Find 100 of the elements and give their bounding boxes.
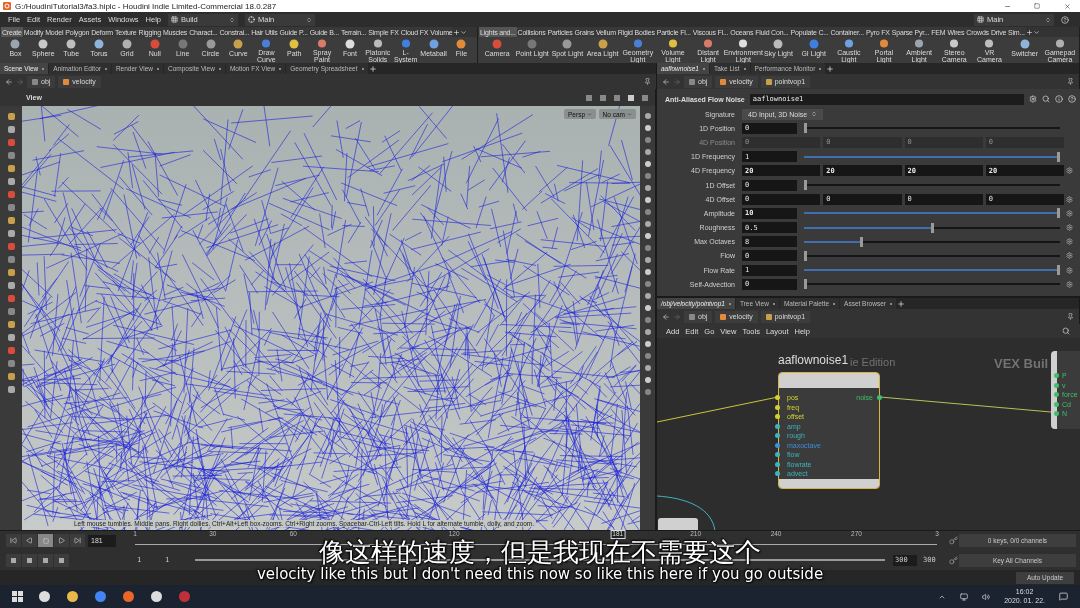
port-dot[interactable]: [775, 414, 780, 420]
pin-icon[interactable]: [1067, 78, 1074, 85]
caret-icon[interactable]: [1032, 28, 1040, 36]
tool-icon: [738, 38, 749, 48]
port-dot[interactable]: [877, 395, 882, 401]
slider[interactable]: [804, 236, 1060, 247]
gear-icon[interactable]: [1065, 195, 1073, 203]
tool-icon: [773, 38, 784, 49]
port-dot[interactable]: [775, 433, 780, 439]
tool-icon: [492, 38, 503, 49]
subtitle: 像这样的速度，但是我现在不需要这个: [319, 539, 761, 565]
slider-thumb[interactable]: [804, 123, 807, 134]
play-icon: [58, 537, 65, 545]
tool-icon: [1054, 38, 1065, 48]
add-tab-icon[interactable]: [368, 64, 377, 73]
slider-thumb[interactable]: [1057, 265, 1060, 276]
play-backward-button[interactable]: [22, 534, 37, 548]
slider-thumb[interactable]: [1057, 151, 1060, 162]
slider-thumb[interactable]: [804, 180, 807, 191]
gear-icon[interactable]: [1029, 95, 1037, 103]
gear-icon[interactable]: [1065, 224, 1073, 232]
port-dot[interactable]: [775, 442, 780, 448]
timeline-tool[interactable]: [6, 553, 21, 567]
caret-icon: [587, 111, 592, 117]
port-dot[interactable]: [1054, 401, 1059, 407]
info-icon[interactable]: [1055, 95, 1063, 103]
updown-icon: [811, 111, 818, 118]
timeline-tool[interactable]: [38, 553, 53, 567]
key-icon[interactable]: [949, 555, 958, 565]
tool-icon: [205, 38, 216, 49]
gear-icon[interactable]: [1065, 280, 1073, 288]
slider[interactable]: [804, 250, 1060, 261]
help-icon[interactable]: [1061, 15, 1069, 24]
gear-icon[interactable]: [1065, 266, 1073, 274]
caret-icon[interactable]: [460, 28, 468, 36]
timeline-tool[interactable]: [54, 553, 69, 567]
windows-logo-icon[interactable]: [12, 591, 23, 602]
port-dot[interactable]: [1054, 392, 1059, 398]
port-dot[interactable]: [1054, 382, 1059, 388]
volume-icon[interactable]: [982, 592, 991, 601]
tool-icon: [177, 38, 188, 49]
slider-thumb[interactable]: [1057, 208, 1060, 219]
slider[interactable]: [804, 180, 1060, 191]
tool-icon: [632, 38, 643, 48]
slider[interactable]: [804, 265, 1060, 276]
grid-icon: [171, 16, 179, 23]
gear-icon[interactable]: [1065, 209, 1073, 217]
pin-icon[interactable]: [1067, 313, 1074, 320]
add-tab-icon[interactable]: [896, 299, 905, 308]
gear-icon[interactable]: [1065, 238, 1073, 246]
port-dot[interactable]: [775, 452, 780, 458]
slider-thumb[interactable]: [859, 236, 863, 247]
play-reverse-icon: [26, 537, 33, 545]
search-icon[interactable]: [1042, 95, 1050, 103]
slider-thumb[interactable]: [930, 222, 934, 233]
close-icon: [1063, 2, 1071, 10]
port-dot[interactable]: [1054, 411, 1059, 417]
search-icon[interactable]: [1062, 327, 1070, 335]
help-icon[interactable]: [1068, 95, 1076, 103]
slider-thumb[interactable]: [804, 279, 807, 290]
gear-icon[interactable]: [1065, 167, 1073, 175]
port-dot[interactable]: [775, 404, 780, 410]
pin-icon[interactable]: [644, 78, 651, 85]
tool-icon: [94, 38, 105, 49]
timeline-tool[interactable]: [22, 553, 37, 567]
port-dot[interactable]: [775, 461, 780, 467]
slider[interactable]: [804, 151, 1060, 162]
grid-icon: [977, 16, 984, 23]
slider-thumb[interactable]: [804, 250, 807, 261]
taskbar-app-icon[interactable]: [121, 589, 135, 604]
taskbar-app-icon[interactable]: [65, 589, 79, 604]
tool-icon: [1019, 38, 1030, 49]
port-dot[interactable]: [775, 423, 780, 429]
slider[interactable]: [804, 123, 1060, 134]
back-icon[interactable]: [5, 77, 13, 86]
add-tab-icon[interactable]: [1025, 28, 1033, 36]
add-tab-icon[interactable]: [453, 28, 461, 36]
tool-icon: [703, 38, 714, 48]
taskbar-app-icon[interactable]: [149, 589, 163, 604]
tool-icon: [527, 38, 538, 49]
tool-icon: [10, 38, 21, 49]
jump-start-button[interactable]: [6, 534, 21, 548]
subtitle: velocity like this but I don't need this now so like this here if you go outside: [256, 567, 824, 582]
port-dot[interactable]: [1054, 373, 1059, 379]
notifications-icon[interactable]: [1059, 592, 1068, 601]
add-tab-icon[interactable]: [826, 64, 835, 73]
port-dot[interactable]: [775, 471, 780, 477]
slider[interactable]: [804, 208, 1060, 219]
play-button[interactable]: [54, 534, 69, 548]
gear-icon[interactable]: [1065, 252, 1073, 260]
slider[interactable]: [804, 279, 1060, 290]
jump-end-button[interactable]: [70, 534, 85, 548]
tool-icon: [149, 38, 160, 49]
port-dot[interactable]: [775, 395, 780, 401]
back-icon[interactable]: [662, 312, 670, 321]
stop-button[interactable]: [38, 534, 53, 548]
key-icon[interactable]: [949, 536, 958, 546]
back-icon[interactable]: [662, 77, 670, 86]
slider[interactable]: [804, 222, 1060, 233]
taskbar-app-icon[interactable]: [37, 589, 51, 604]
